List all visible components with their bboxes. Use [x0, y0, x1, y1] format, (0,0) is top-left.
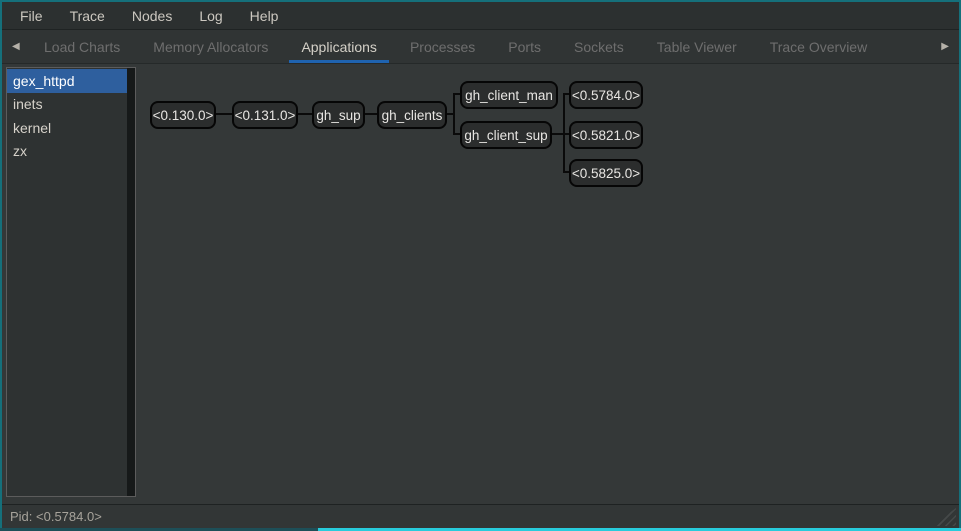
menu-bar: File Trace Nodes Log Help: [2, 2, 959, 30]
menu-file[interactable]: File: [14, 8, 49, 24]
tree-node-gh-clients[interactable]: gh_clients: [377, 101, 447, 129]
status-text: Pid: <0.5784.0>: [10, 509, 102, 524]
tabs: Load Charts Memory Allocators Applicatio…: [32, 30, 879, 63]
tab-memory-allocators[interactable]: Memory Allocators: [141, 30, 280, 63]
tab-bar: ◀ Load Charts Memory Allocators Applicat…: [2, 30, 959, 64]
resize-grip-icon[interactable]: [932, 508, 956, 526]
tab-applications[interactable]: Applications: [289, 30, 389, 63]
tree-node-pid-131[interactable]: <0.131.0>: [232, 101, 298, 129]
tab-processes[interactable]: Processes: [398, 30, 487, 63]
tab-load-charts[interactable]: Load Charts: [32, 30, 132, 63]
menu-help[interactable]: Help: [244, 8, 285, 24]
edge-fork1-vertical: [453, 93, 455, 135]
tree-node-pid-5784[interactable]: <0.5784.0>: [569, 81, 643, 109]
sidebar-scrollbar[interactable]: [127, 68, 135, 496]
application-list-items: gex_httpd inets kernel zx: [7, 69, 127, 163]
tab-sockets[interactable]: Sockets: [562, 30, 636, 63]
menu-log[interactable]: Log: [193, 8, 228, 24]
tree-node-gh-sup[interactable]: gh_sup: [312, 101, 365, 129]
status-bar: Pid: <0.5784.0>: [2, 504, 959, 528]
menu-nodes[interactable]: Nodes: [126, 8, 178, 24]
tab-table-viewer[interactable]: Table Viewer: [645, 30, 749, 63]
applications-panel: gex_httpd inets kernel zx <0.130.0> <0.1…: [2, 63, 959, 504]
tree-node-gh-client-sup[interactable]: gh_client_sup: [460, 121, 552, 149]
application-list: gex_httpd inets kernel zx: [6, 67, 136, 497]
tab-scroll-right-icon[interactable]: ▶: [935, 30, 955, 63]
tree-node-pid-130[interactable]: <0.130.0>: [150, 101, 216, 129]
tree-node-gh-client-man[interactable]: gh_client_man: [460, 81, 558, 109]
sidebar-item-kernel[interactable]: kernel: [7, 116, 127, 140]
sidebar-item-gex-httpd[interactable]: gex_httpd: [7, 69, 127, 93]
tree-node-pid-5821[interactable]: <0.5821.0>: [569, 121, 643, 149]
menu-trace[interactable]: Trace: [64, 8, 111, 24]
tree-node-pid-5825[interactable]: <0.5825.0>: [569, 159, 643, 187]
tab-trace-overview[interactable]: Trace Overview: [758, 30, 880, 63]
sidebar-item-zx[interactable]: zx: [7, 140, 127, 164]
tab-ports[interactable]: Ports: [496, 30, 553, 63]
sidebar-item-inets[interactable]: inets: [7, 93, 127, 117]
tab-scroll-left-icon[interactable]: ◀: [6, 30, 26, 63]
